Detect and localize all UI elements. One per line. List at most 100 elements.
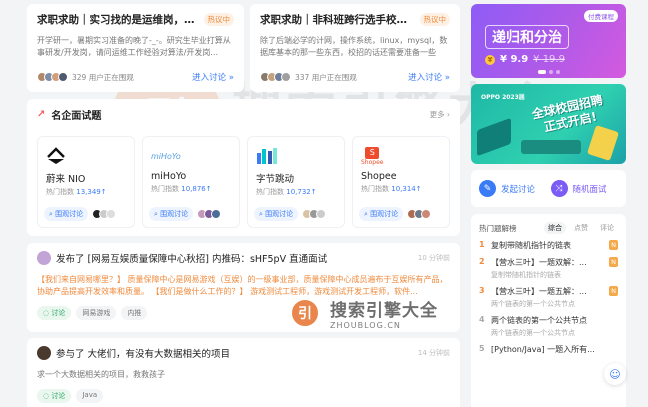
feed-header: 参与了 大佬们，有没有大数据相关的项目 14 分钟前 (37, 346, 450, 360)
discussion-title[interactable]: 求职求助｜非科班跨行选手校招想拿... 热议中 (260, 12, 450, 27)
hot-list-item[interactable]: 2 【营水三叶】一题双解：... 复制带随机指针的链表 N (479, 257, 618, 280)
feed-time: 14 分钟前 (417, 349, 450, 357)
avatar (281, 72, 291, 82)
tab-likes[interactable]: 点赞 (570, 222, 592, 234)
feed-item[interactable]: 参与了 大佬们，有没有大数据相关的项目 14 分钟前 求一个大数据相关的项目，救… (27, 338, 460, 407)
nio-logo-icon (46, 145, 126, 167)
feed-action-text[interactable]: 发布了 [网易互娱质量保障中心秋招] 内推码：sHF5pV 直通面试 (56, 251, 327, 265)
company-footer: ⌕ 围观讨论 (149, 207, 233, 221)
avatar-group (260, 72, 291, 82)
more-link[interactable]: 更多 › (430, 109, 450, 120)
viewer-count: 329 用户正在围观 (72, 72, 134, 82)
join-discussion-link[interactable]: 进入讨论 » (408, 71, 450, 83)
company-card-bytedance[interactable]: 字节跳动 热门指数 10,732↑ ⌕ 围观讨论 (247, 136, 345, 228)
discussion-title-text[interactable]: 求职求助｜非科班跨行选手校招想拿... (260, 12, 414, 27)
promo-price: ¥ ¥ 9.9 ¥ 19.9 (485, 54, 565, 65)
company-interview-section: ↗ 名企面试题 更多 › 蔚来 NIO 热门指数 13,349↑ ⌕ 围观讨论 … (27, 99, 460, 236)
tab-comments[interactable]: 评论 (596, 222, 618, 234)
new-badge: N (609, 240, 618, 250)
avatar-group (92, 209, 117, 219)
company-footer: ⌕ 围观讨论 (44, 207, 128, 221)
user-avatar[interactable] (37, 251, 51, 265)
avatar-group (37, 72, 68, 82)
company-name: Shopee (361, 171, 397, 182)
trend-icon: ↗ (37, 109, 46, 120)
coin-icon: ¥ (485, 54, 495, 65)
chat-icon[interactable]: ☺ (604, 363, 626, 385)
item-title[interactable]: 【营水三叶】一题五解：... (491, 286, 605, 297)
join-discussion-link[interactable]: 进入讨论 » (192, 71, 234, 83)
carousel-dot[interactable] (537, 70, 546, 74)
hot-badge: 热议中 (419, 13, 450, 26)
tag-list: ◌ 讨论 网易游戏 内推 (37, 306, 450, 320)
company-card-shopee[interactable]: S Shopee Shopee 热门指数 10,314↑ ⌕ 围观讨论 (352, 136, 450, 228)
discussion-title[interactable]: 求职求助｜实习找的是运维岗，请问... 热议中 (37, 12, 234, 27)
rank-number: 1 (479, 240, 485, 249)
avatar (421, 209, 432, 219)
discussion-tag[interactable]: ◌ 讨论 (37, 306, 72, 320)
tag[interactable]: 内推 (121, 306, 148, 320)
avatar-group (197, 209, 222, 219)
company-name: miHoYo (151, 171, 187, 182)
company-card-mihoyo[interactable]: miHoYo miHoYo 热门指数 10,876↑ ⌕ 围观讨论 (142, 136, 240, 228)
company-heat: 热门指数 10,732↑ (256, 188, 317, 196)
watch-discussion-button[interactable]: ⌕ 围观讨论 (359, 207, 404, 221)
rank-number: 3 (479, 286, 485, 295)
feed-time: 10 分钟前 (417, 254, 450, 262)
watch-discussion-button[interactable]: ⌕ 围观讨论 (254, 207, 299, 221)
carousel-dots[interactable] (471, 70, 626, 74)
rank-number: 5 (479, 344, 485, 353)
discussion-title-text[interactable]: 求职求助｜实习找的是运维岗，请问... (37, 12, 198, 27)
avatar-group (407, 209, 432, 219)
feed-action-text[interactable]: 参与了 大佬们，有没有大数据相关的项目 (56, 346, 230, 360)
carousel-dot[interactable] (555, 70, 560, 74)
course-promo-banner[interactable]: 付费课程 递归和分治 ¥ ¥ 9.9 ¥ 19.9 (471, 4, 626, 78)
user-avatar[interactable] (37, 346, 51, 360)
hot-list-item[interactable]: 4 两个链表的第一个公共节点 两个链表的第一个公共节点 (479, 315, 618, 338)
section-title: 名企面试题 (51, 111, 102, 122)
discussion-body: 除了后端必学的计网，操作系统，linux，mysql，数据库基本的那一些东西，校… (260, 36, 448, 57)
hot-solutions-list: 热门题解榜 综合 点赞 评论 1 复制带随机指针的链表 N 2 【营水三叶】一题… (471, 214, 626, 407)
watch-discussion-button[interactable]: ⌕ 围观讨论 (149, 207, 194, 221)
discussion-footer: 337 用户正在围观 进入讨论 » (260, 71, 450, 83)
hot-list-item[interactable]: 1 复制带随机指针的链表 N (479, 240, 618, 251)
watch-discussion-button[interactable]: ⌕ 围观讨论 (44, 207, 89, 221)
tag[interactable]: 网易游戏 (76, 306, 117, 320)
hot-list-header: 热门题解榜 综合 点赞 评论 (479, 222, 618, 234)
discussion-body: 开学研一，暑期实习准备的晚了-_-。研究生毕业打算从事研发/开发岗，请问运维工作… (37, 36, 231, 57)
feed-body: 求一个大数据相关的项目，救救孩子 (37, 370, 165, 379)
item-subtitle: 复制带随机指针的链表 (491, 271, 561, 279)
hot-list-item[interactable]: 5 [Python/Java] 一题入所有... (479, 344, 618, 355)
hot-list-item[interactable]: 3 【营水三叶】一题五解：... 两个链表的第一个公共节点 N (479, 286, 618, 309)
original-price: ¥ 19.9 (533, 54, 565, 65)
item-title[interactable]: [Python/Java] 一题入所有... (491, 344, 618, 355)
tab-overall[interactable]: 综合 (544, 222, 566, 234)
carousel-dot[interactable] (548, 70, 553, 74)
random-interview-button[interactable]: ⤨ 随机面试 (550, 180, 619, 197)
company-list: 蔚来 NIO 热门指数 13,349↑ ⌕ 围观讨论 miHoYo miHoYo… (37, 136, 450, 228)
discussion-card[interactable]: 求职求助｜非科班跨行选手校招想拿... 热议中 除了后端必学的计网，操作系统，l… (250, 4, 460, 92)
feed-item[interactable]: 发布了 [网易互娱质量保障中心秋招] 内推码：sHF5pV 直通面试 10 分钟… (27, 243, 460, 332)
item-subtitle: 两个链表的第一个公共节点 (491, 300, 575, 308)
decor-shape (586, 125, 620, 161)
shopee-logo-icon: S Shopee (361, 146, 384, 166)
quick-actions: ✎ 发起讨论 ⤨ 随机面试 (471, 170, 626, 207)
new-badge: N (609, 286, 618, 296)
item-title[interactable]: 【营水三叶】一题双解：... (491, 257, 605, 268)
company-name: 字节跳动 (256, 174, 295, 185)
company-footer: ⌕ 围观讨论 (359, 207, 443, 221)
discussion-tag[interactable]: ◌ 讨论 (37, 389, 72, 403)
tag[interactable]: Java (76, 389, 104, 403)
paid-course-badge: 付费课程 (584, 10, 618, 22)
item-title[interactable]: 复制带随机指针的链表 (491, 240, 605, 251)
item-title[interactable]: 两个链表的第一个公共节点 (491, 315, 618, 326)
campus-recruit-banner[interactable]: OPPO 2023届 全球校园招聘 正式开启! (471, 84, 626, 164)
company-card-nio[interactable]: 蔚来 NIO 热门指数 13,349↑ ⌕ 围观讨论 (37, 136, 135, 228)
tag-list: ◌ 讨论 Java (37, 389, 450, 403)
edit-icon: ✎ (479, 180, 496, 197)
avatar-group (302, 209, 327, 219)
start-discussion-button[interactable]: ✎ 发起讨论 (479, 180, 547, 197)
discussion-card[interactable]: 求职求助｜实习找的是运维岗，请问... 热议中 开学研一，暑期实习准备的晚了-_… (27, 4, 244, 92)
hot-list-title: 热门题解榜 (479, 223, 517, 233)
avatar (106, 209, 117, 219)
